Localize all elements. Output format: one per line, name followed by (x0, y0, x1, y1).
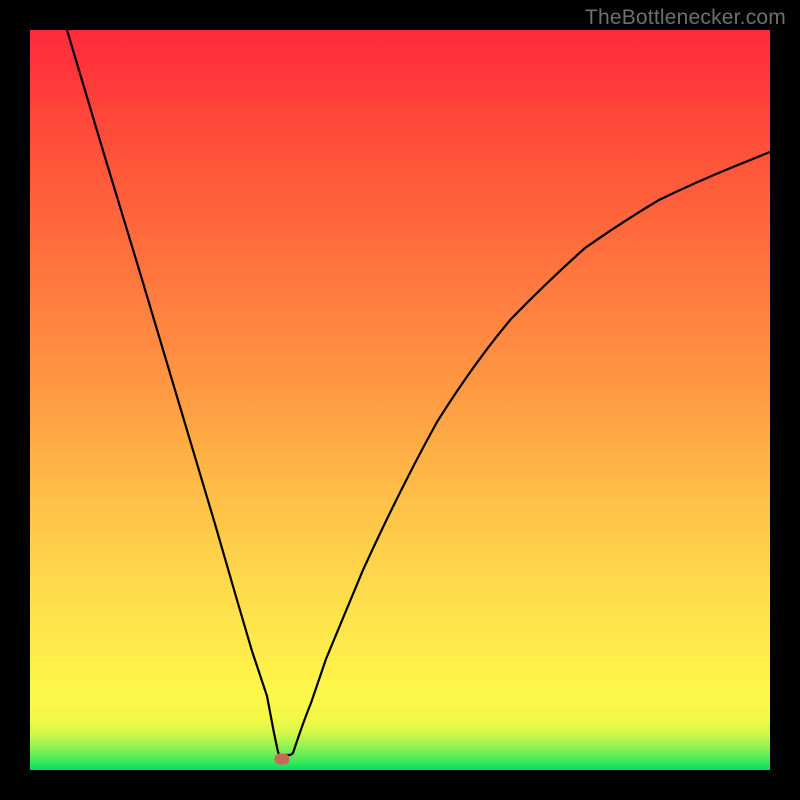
plot-area (30, 30, 770, 770)
chart-frame: TheBottlenecker.com (0, 0, 800, 800)
optimal-point-marker (275, 754, 290, 765)
curve-layer (30, 30, 770, 770)
bottleneck-curve (67, 30, 770, 755)
watermark-text: TheBottlenecker.com (585, 6, 786, 30)
